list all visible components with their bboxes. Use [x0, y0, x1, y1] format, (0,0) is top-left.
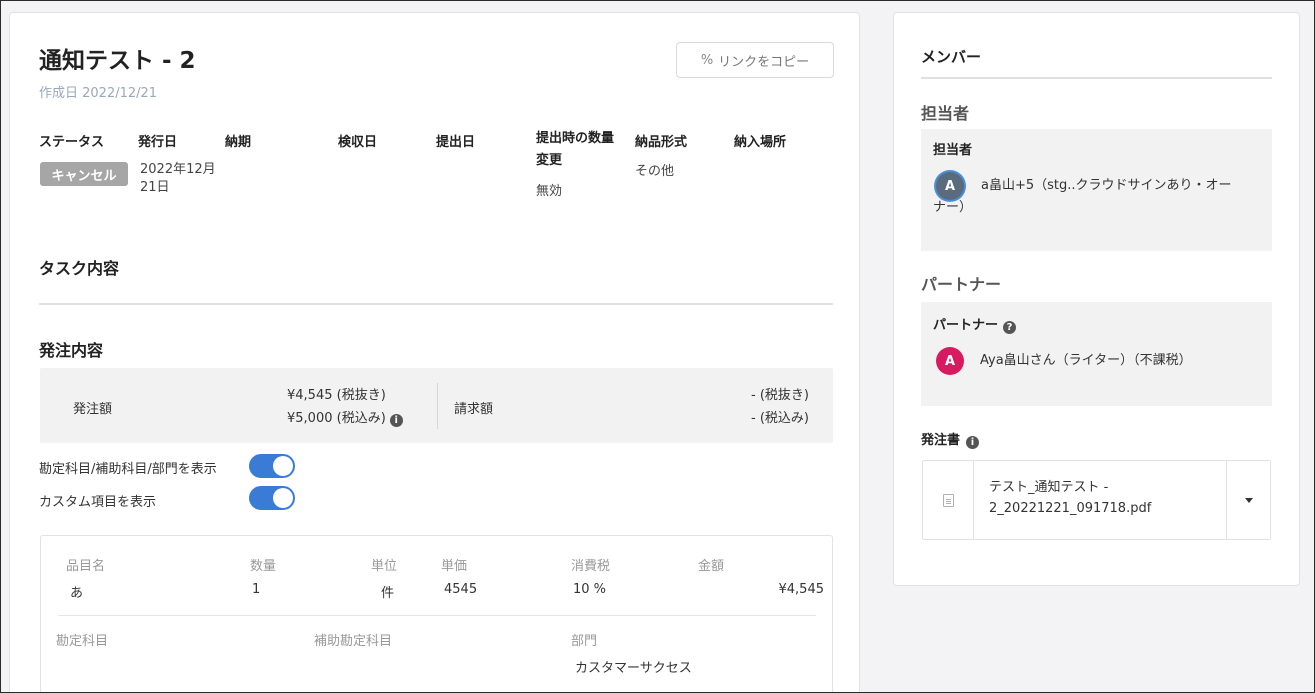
file-name-line1: テスト_通知テスト - — [989, 480, 1109, 495]
qty-change-value: 無効 — [536, 184, 563, 199]
info-icon[interactable]: i — [389, 414, 403, 427]
order-doc-heading: 発注書 i — [921, 429, 980, 449]
delivery-format-header: 納品形式 — [635, 135, 688, 150]
qty-change-header: 提出時の数量 変更 — [536, 128, 614, 172]
assignee-name-cont: ナー） — [933, 200, 973, 215]
delivery-format-value: その他 — [635, 164, 675, 179]
info-icon[interactable]: i — [966, 436, 980, 449]
order-doc-label: 発注書 — [921, 433, 961, 448]
issue-date-line2: 21日 — [140, 180, 170, 195]
item-unit-value: 件 — [381, 586, 395, 601]
custom-display-toggle[interactable] — [249, 486, 295, 510]
account-toggle-label: 勘定科目/補助科目/部門を表示 — [39, 462, 217, 477]
order-amount-in-tax: ¥5,000 (税込み) i — [287, 407, 403, 427]
order-document-file[interactable]: テスト_通知テスト - 2_20221221_091718.pdf — [922, 460, 1271, 540]
order-amount-in-tax-text: ¥5,000 (税込み) — [287, 411, 386, 426]
sub-account-label: 補助勘定科目 — [314, 634, 393, 649]
assignee-name-line1: a畠山+5（stg..クラウドサインあり・オー — [981, 178, 1232, 193]
item-price-header: 単価 — [441, 559, 468, 574]
issue-date-value: 2022年12月 21日 — [140, 161, 216, 197]
due-date-header: 納期 — [225, 135, 252, 150]
file-name-line2: 2_20221221_091718.pdf — [989, 501, 1152, 516]
file-menu-button[interactable] — [1226, 461, 1270, 539]
avatar: A — [936, 347, 964, 375]
item-amount-header: 金額 — [698, 559, 725, 574]
partner-box: パートナー? A Aya畠山さん（ライター）（不課税） — [921, 302, 1272, 406]
toggle-knob — [273, 488, 293, 508]
account-label: 勘定科目 — [56, 634, 109, 649]
invoice-amount-in-tax: - (税込み) — [751, 411, 809, 426]
issue-date-header: 発行日 — [138, 135, 178, 150]
submission-date-header: 提出日 — [436, 135, 476, 150]
inspection-date-header: 検収日 — [338, 135, 378, 150]
members-divider — [921, 77, 1272, 79]
members-title: メンバー — [921, 48, 982, 66]
task-detail-card: 通知テスト - 2 作成日 2022/12/21 % リンクをコピー ステータス… — [9, 12, 860, 693]
issue-date-line1: 2022年12月 — [140, 162, 216, 177]
amount-separator — [437, 383, 438, 429]
account-display-toggle[interactable] — [249, 454, 295, 478]
item-qty-header: 数量 — [250, 559, 277, 574]
link-icon: % — [700, 52, 714, 68]
section-divider — [39, 303, 833, 305]
order-amount-ex-tax: ¥4,545 (税抜き) — [287, 388, 386, 403]
department-label: 部門 — [571, 634, 598, 649]
order-content-heading: 発注内容 — [39, 341, 104, 360]
item-tax-header: 消費税 — [571, 559, 611, 574]
item-unit-header: 単位 — [371, 559, 398, 574]
partner-section-heading: パートナー — [921, 275, 1002, 294]
page-title: 通知テスト - 2 — [39, 48, 196, 74]
qty-change-header-line2: 変更 — [536, 153, 563, 168]
file-name[interactable]: テスト_通知テスト - 2_20221221_091718.pdf — [989, 477, 1219, 519]
pdf-file-icon — [942, 493, 954, 507]
avatar: A — [936, 172, 964, 200]
assignee-section-heading: 担当者 — [921, 104, 970, 123]
amount-summary: 発注額 ¥4,545 (税抜き) ¥5,000 (税込み) i 請求額 - (税抜… — [40, 368, 833, 443]
members-card: メンバー 担当者 担当者 A a畠山+5（stg..クラウドサインあり・オー ナ… — [893, 12, 1300, 586]
caret-down-icon — [1244, 497, 1253, 503]
custom-toggle-label: カスタム項目を表示 — [39, 495, 157, 510]
toggle-knob — [273, 456, 293, 476]
assignee-box: 担当者 A a畠山+5（stg..クラウドサインあり・オー ナー） — [921, 129, 1272, 251]
partner-box-title: パートナー — [933, 318, 999, 333]
copy-link-button[interactable]: % リンクをコピー — [676, 42, 834, 78]
item-table: 品目名 数量 単位 単価 消費税 金額 あ 1 件 4545 10 % ¥4,5… — [40, 535, 833, 693]
item-price-value: 4545 — [444, 582, 478, 597]
item-qty-value: 1 — [252, 582, 261, 597]
copy-link-label: リンクをコピー — [718, 54, 810, 70]
item-amount-value: ¥4,545 — [778, 582, 825, 597]
order-amount-label: 発注額 — [73, 402, 113, 417]
created-date: 作成日 2022/12/21 — [39, 86, 158, 101]
item-divider — [58, 615, 816, 616]
file-icon-cell — [923, 461, 974, 539]
help-icon[interactable]: ? — [1003, 321, 1017, 334]
item-name-header: 品目名 — [66, 559, 106, 574]
assignee-name: a畠山+5（stg..クラウドサインあり・オー — [981, 175, 1261, 196]
department-value: カスタマーサクセス — [575, 661, 692, 676]
qty-change-header-line1: 提出時の数量 — [536, 131, 615, 146]
status-header: ステータス — [39, 135, 105, 150]
item-tax-value: 10 % — [573, 582, 607, 597]
partner-box-title-wrap: パートナー? — [933, 314, 1017, 334]
status-badge: キャンセル — [40, 162, 128, 186]
assignee-box-title: 担当者 — [933, 143, 973, 158]
invoice-amount-ex-tax: - (税抜き) — [751, 388, 809, 403]
item-name-value: あ — [70, 586, 84, 601]
invoice-amount-label: 請求額 — [454, 402, 494, 417]
delivery-place-header: 納入場所 — [734, 135, 787, 150]
partner-name: Aya畠山さん（ライター）（不課税） — [980, 353, 1192, 368]
task-content-heading: タスク内容 — [39, 259, 120, 278]
